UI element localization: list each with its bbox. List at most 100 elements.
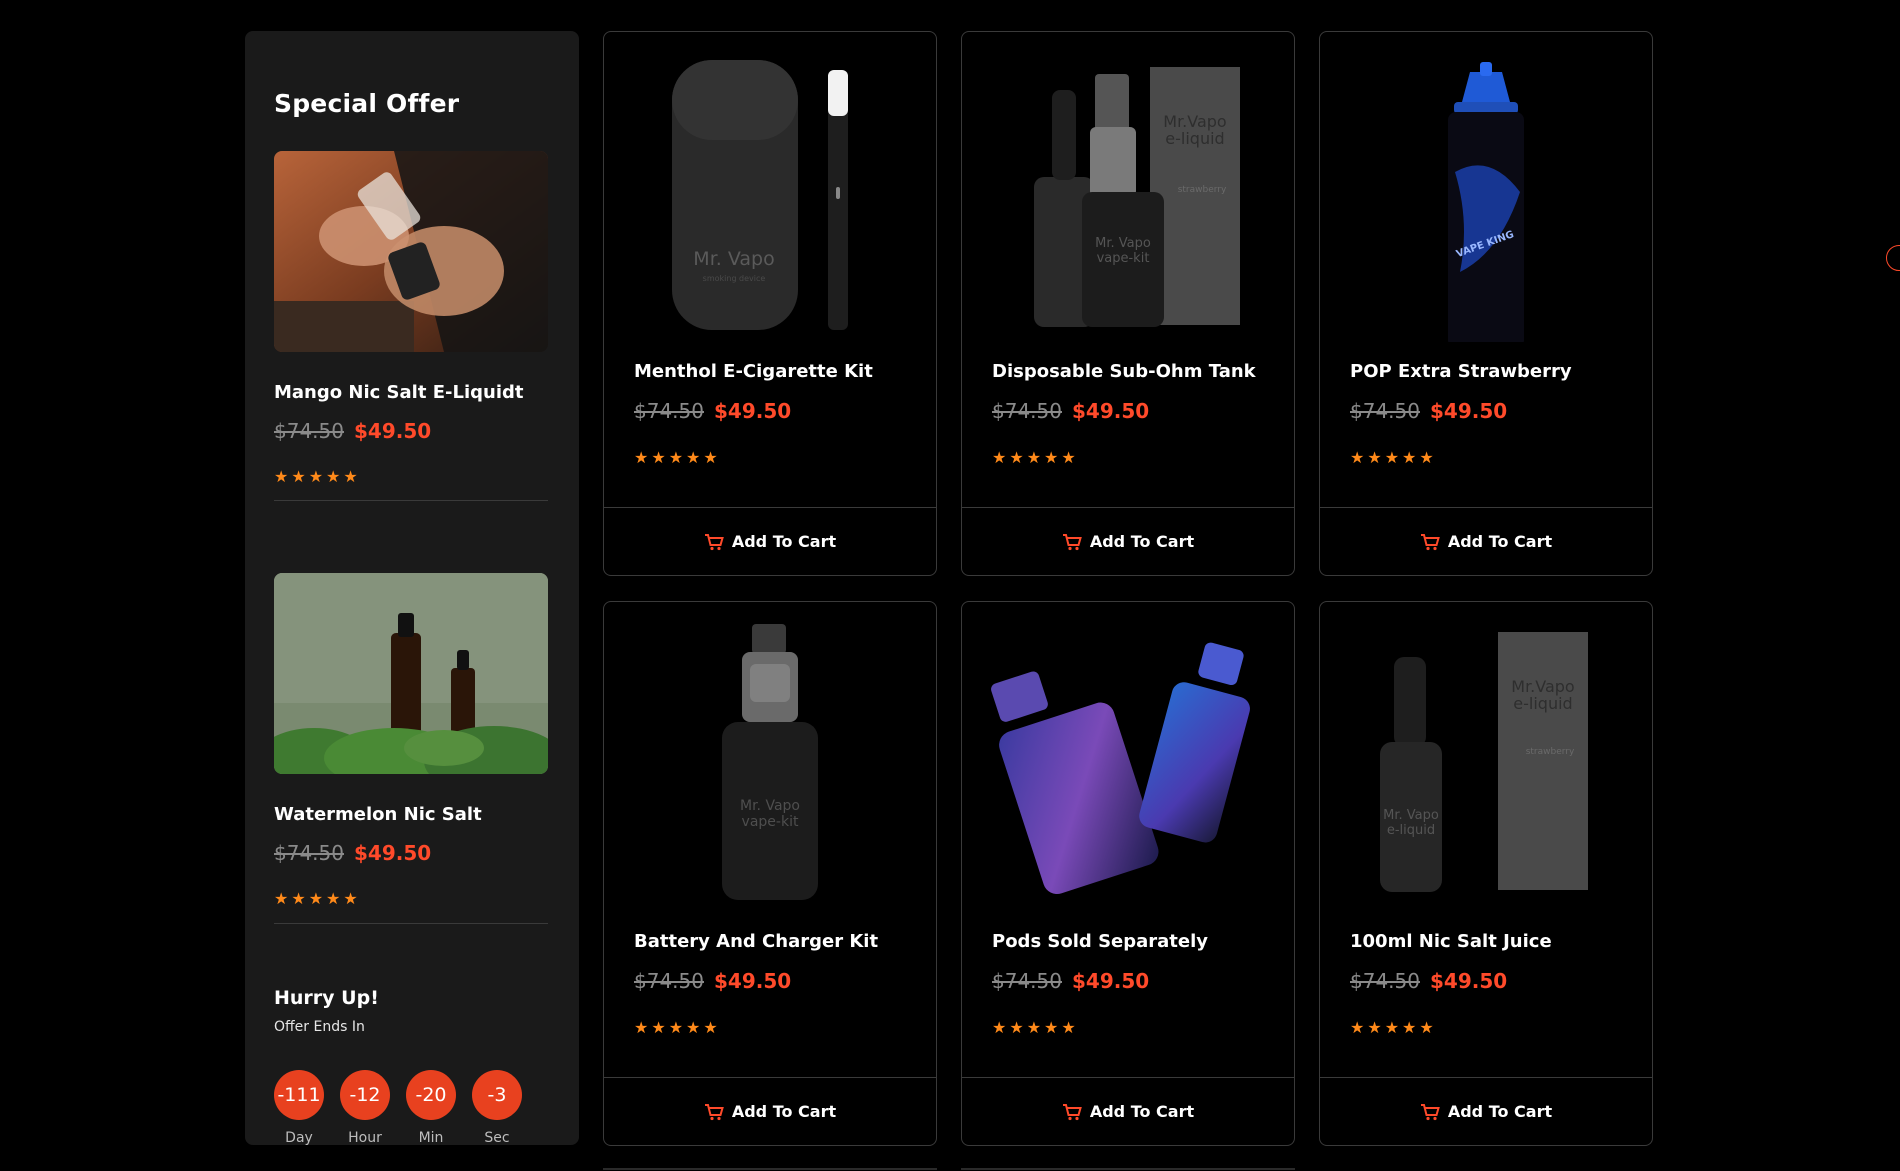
product-name[interactable]: POP Extra Strawberry — [1350, 361, 1572, 382]
add-to-cart-button[interactable]: Add To Cart — [604, 1077, 936, 1145]
offer-item[interactable]: Watermelon Nic Salt $74.50 $49.50 ★★★★★ — [274, 573, 548, 908]
cart-icon — [1420, 533, 1440, 550]
product-image[interactable]: Mr.Vapo e-liquid strawberry Mr. Vapo vap… — [962, 32, 1294, 342]
countdown-sec: -3 Sec — [472, 1070, 522, 1146]
product-image[interactable]: Mr. Vapo vape-kit — [604, 602, 936, 912]
cart-icon — [704, 1103, 724, 1120]
old-price: $74.50 — [274, 419, 344, 443]
product-name[interactable]: Disposable Sub-Ohm Tank — [992, 361, 1256, 382]
offer-item-name[interactable]: Watermelon Nic Salt — [274, 804, 482, 825]
product-price: $74.50 $49.50 — [634, 399, 791, 423]
offer-item-name[interactable]: Mango Nic Salt E-Liquidt — [274, 382, 523, 403]
add-to-cart-label: Add To Cart — [731, 1102, 837, 1121]
new-price: $49.50 — [1071, 969, 1150, 993]
offer-item[interactable]: Mango Nic Salt E-Liquidt $74.50 $49.50 ★★… — [274, 151, 548, 486]
add-to-cart-button[interactable]: Add To Cart — [604, 507, 936, 575]
countdown-label: Min — [418, 1130, 444, 1146]
new-price: $49.50 — [713, 399, 792, 423]
add-to-cart-button[interactable]: Add To Cart — [1320, 507, 1652, 575]
product-card[interactable]: Mr.Vapo e-liquid strawberry Mr. Vapo e-l… — [1319, 601, 1653, 1146]
new-price: $49.50 — [1071, 399, 1150, 423]
product-price: $74.50 $49.50 — [992, 399, 1149, 423]
product-price: $74.50 $49.50 — [992, 969, 1149, 993]
add-to-cart-button[interactable]: Add To Cart — [962, 1077, 1294, 1145]
cart-icon — [1420, 1103, 1440, 1120]
product-image[interactable]: VAPE KING — [1320, 32, 1652, 348]
product-price: $74.50 $49.50 — [634, 969, 791, 993]
svg-text:Mr. Vapo: Mr. Vapo — [740, 798, 800, 814]
countdown-value: -111 — [274, 1070, 324, 1120]
product-price: $74.50 $49.50 — [1350, 399, 1507, 423]
svg-text:vape-kit: vape-kit — [1097, 251, 1150, 266]
new-price: $49.50 — [1429, 399, 1508, 423]
product-image[interactable]: Mr.Vapo e-liquid strawberry Mr. Vapo e-l… — [1320, 602, 1652, 912]
product-card[interactable]: Mr. Vapo vape-kit Battery And Charger Ki… — [603, 601, 937, 1146]
special-offer-title: Special Offer — [274, 89, 460, 118]
divider — [603, 1168, 937, 1170]
svg-text:e-liquid: e-liquid — [1165, 129, 1224, 148]
hurry-title: Hurry Up! — [274, 987, 379, 1009]
cart-icon — [1062, 1103, 1082, 1120]
carousel-next-icon[interactable] — [1886, 245, 1900, 271]
new-price: $49.50 — [353, 419, 432, 443]
cart-icon — [704, 533, 724, 550]
product-card[interactable]: Pods Sold Separately $74.50 $49.50 ★★★★★ … — [961, 601, 1295, 1146]
product-name[interactable]: 100ml Nic Salt Juice — [1350, 931, 1552, 952]
offer-ends-label: Offer Ends In — [274, 1019, 365, 1035]
product-card[interactable]: VAPE KING POP Extra Strawberry $74.50 $49… — [1319, 31, 1653, 576]
add-to-cart-label: Add To Cart — [1089, 532, 1195, 551]
add-to-cart-label: Add To Cart — [1447, 1102, 1553, 1121]
new-price: $49.50 — [353, 841, 432, 865]
rating-stars: ★★★★★ — [1350, 1018, 1437, 1037]
product-name[interactable]: Pods Sold Separately — [992, 931, 1208, 952]
old-price: $74.50 — [1350, 969, 1420, 993]
watermelon-nic-salt-image[interactable] — [274, 573, 548, 774]
svg-text:Mr. Vapo: Mr. Vapo — [1383, 808, 1439, 823]
countdown-value: -3 — [472, 1070, 522, 1120]
new-price: $49.50 — [713, 969, 792, 993]
special-offer-panel: Special Offer Mango Nic Salt E-Liquidt $… — [245, 31, 579, 1146]
svg-text:strawberry: strawberry — [1526, 747, 1575, 757]
rating-stars: ★★★★★ — [274, 889, 361, 908]
add-to-cart-label: Add To Cart — [1089, 1102, 1195, 1121]
countdown-hour: -12 Hour — [340, 1070, 390, 1146]
product-name[interactable]: Menthol E-Cigarette Kit — [634, 361, 873, 382]
countdown-value: -12 — [340, 1070, 390, 1120]
product-card[interactable]: Mr.Vapo e-liquid strawberry Mr. Vapo vap… — [961, 31, 1295, 576]
countdown-label: Sec — [484, 1130, 510, 1146]
old-price: $74.50 — [992, 399, 1062, 423]
product-name[interactable]: Battery And Charger Kit — [634, 931, 878, 952]
svg-text:Mr. Vapo: Mr. Vapo — [693, 248, 774, 270]
svg-text:e-liquid: e-liquid — [1387, 823, 1435, 838]
rating-stars: ★★★★★ — [1350, 448, 1437, 467]
rating-stars: ★★★★★ — [634, 448, 721, 467]
countdown-label: Hour — [348, 1130, 382, 1146]
divider — [274, 500, 548, 501]
new-price: $49.50 — [1429, 969, 1508, 993]
svg-text:vape-kit: vape-kit — [742, 814, 799, 830]
add-to-cart-button[interactable]: Add To Cart — [1320, 1077, 1652, 1145]
add-to-cart-button[interactable]: Add To Cart — [962, 507, 1294, 575]
divider — [274, 923, 548, 924]
svg-text:smoking device: smoking device — [703, 274, 766, 283]
old-price: $74.50 — [992, 969, 1062, 993]
add-to-cart-label: Add To Cart — [731, 532, 837, 551]
old-price: $74.50 — [634, 399, 704, 423]
product-card[interactable]: Mr. Vapo smoking device Menthol E-Cigare… — [603, 31, 937, 576]
rating-stars: ★★★★★ — [992, 1018, 1079, 1037]
svg-text:Mr. Vapo: Mr. Vapo — [1095, 236, 1151, 251]
countdown-label: Day — [285, 1130, 313, 1146]
product-price: $74.50 $49.50 — [1350, 969, 1507, 993]
divider — [961, 1168, 1295, 1170]
product-image[interactable] — [962, 602, 1294, 912]
mango-nic-salt-image[interactable] — [274, 151, 548, 352]
old-price: $74.50 — [1350, 399, 1420, 423]
svg-text:strawberry: strawberry — [1178, 185, 1227, 195]
old-price: $74.50 — [634, 969, 704, 993]
rating-stars: ★★★★★ — [634, 1018, 721, 1037]
product-image[interactable]: Mr. Vapo smoking device — [604, 32, 936, 342]
countdown-timer: -111 Day -12 Hour -20 Min -3 Sec — [274, 1070, 522, 1146]
old-price: $74.50 — [274, 841, 344, 865]
offer-item-price: $74.50 $49.50 — [274, 419, 431, 443]
rating-stars: ★★★★★ — [992, 448, 1079, 467]
